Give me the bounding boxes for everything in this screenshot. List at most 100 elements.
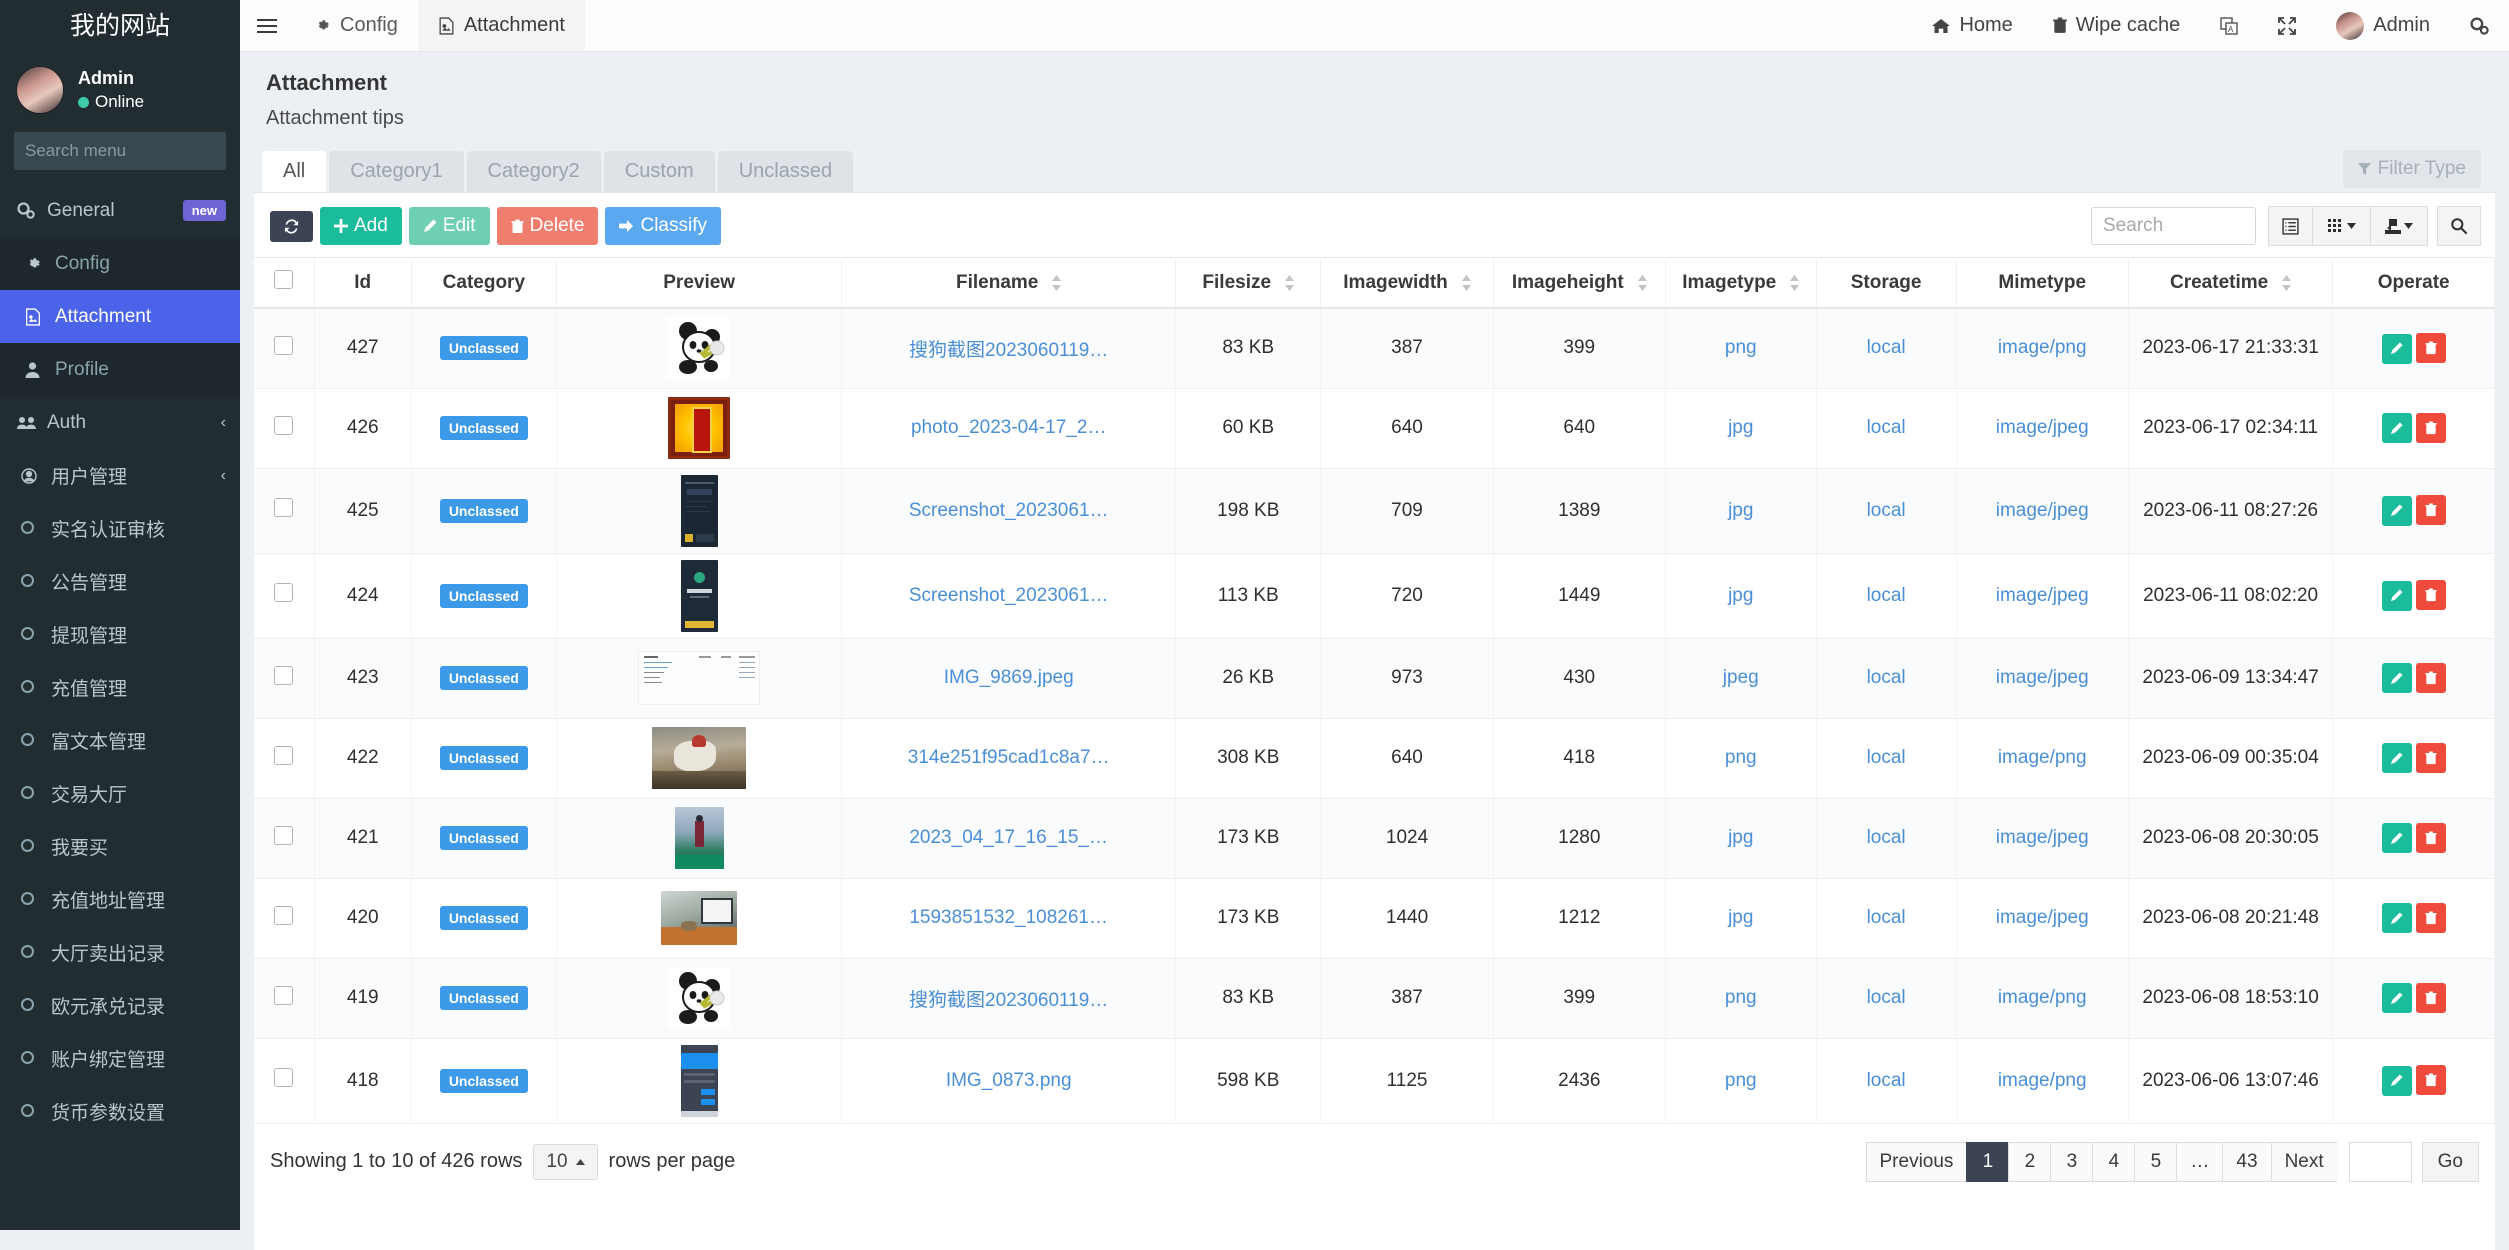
sidebar-item-auth[interactable]: Auth‹ [0, 396, 240, 449]
storage-link[interactable]: local [1867, 907, 1906, 928]
filename-link[interactable]: IMG_9869.jpeg [944, 667, 1074, 688]
storage-link[interactable]: local [1867, 747, 1906, 768]
cell-preview[interactable] [557, 798, 842, 878]
column-header-createtime[interactable]: Createtime [2128, 258, 2333, 309]
sidebar-item-账户绑定管理[interactable]: 账户绑定管理 [0, 1032, 240, 1085]
refresh-button[interactable] [270, 211, 313, 242]
sidebar-item-config[interactable]: Config [0, 237, 240, 290]
cell-preview[interactable] [557, 308, 842, 388]
mimetype-link[interactable]: image/jpeg [1996, 500, 2089, 521]
page-button-previous[interactable]: Previous [1866, 1142, 1967, 1182]
table-row[interactable]: 427Unclassed搜狗截图2023060119…83 KB387399pn… [254, 308, 2495, 388]
page-button-next[interactable]: Next [2271, 1142, 2337, 1182]
filename-link[interactable]: 314e251f95cad1c8a7… [908, 747, 1110, 768]
mimetype-link[interactable]: image/png [1998, 987, 2087, 1008]
sidebar-item-富文本管理[interactable]: 富文本管理 [0, 714, 240, 767]
nav-language-button[interactable]: A [2200, 0, 2258, 51]
row-delete-button[interactable] [2416, 333, 2446, 363]
sidebar-item-提现管理[interactable]: 提现管理 [0, 608, 240, 661]
cell-preview[interactable] [557, 718, 842, 798]
row-checkbox[interactable] [274, 498, 293, 517]
storage-link[interactable]: local [1867, 987, 1906, 1008]
storage-link[interactable]: local [1867, 417, 1906, 438]
row-edit-button[interactable] [2382, 743, 2412, 773]
row-checkbox[interactable] [274, 416, 293, 435]
row-checkbox[interactable] [274, 986, 293, 1005]
row-checkbox[interactable] [274, 583, 293, 602]
row-delete-button[interactable] [2416, 580, 2446, 610]
cell-preview[interactable] [557, 388, 842, 468]
filter-type-button[interactable]: Filter Type [2343, 150, 2481, 188]
sidebar-item-充值地址管理[interactable]: 充值地址管理 [0, 873, 240, 926]
nav-wipe-cache-button[interactable]: Wipe cache [2033, 0, 2201, 51]
sidebar-item-我要买[interactable]: 我要买 [0, 820, 240, 873]
export-button[interactable] [2370, 206, 2428, 246]
column-header-filename[interactable]: Filename [842, 258, 1176, 309]
tab-unclassed[interactable]: Unclassed [718, 151, 853, 192]
table-search-input[interactable] [2091, 207, 2256, 245]
page-button-43[interactable]: 43 [2222, 1142, 2270, 1182]
row-checkbox[interactable] [274, 666, 293, 685]
table-row[interactable]: 419Unclassed搜狗截图2023060119…83 KB387399pn… [254, 958, 2495, 1038]
table-row[interactable]: 425UnclassedScreenshot_2023061…198 KB709… [254, 468, 2495, 553]
mimetype-link[interactable]: image/jpeg [1996, 667, 2089, 688]
imagetype-link[interactable]: jpg [1728, 417, 1753, 438]
row-delete-button[interactable] [2416, 743, 2446, 773]
table-row[interactable]: 424UnclassedScreenshot_2023061…113 KB720… [254, 553, 2495, 638]
row-checkbox[interactable] [274, 746, 293, 765]
sidebar-item-用户管理[interactable]: 用户管理‹ [0, 449, 240, 502]
person-field-photo-thumb[interactable] [675, 827, 724, 848]
row-checkbox[interactable] [274, 826, 293, 845]
nav-tab-config[interactable]: Config [294, 0, 418, 51]
row-edit-button[interactable] [2382, 1066, 2412, 1096]
hamburger-icon[interactable] [240, 0, 294, 51]
row-edit-button[interactable] [2382, 581, 2412, 611]
row-delete-button[interactable] [2416, 903, 2446, 933]
sidebar-item-大厅卖出记录[interactable]: 大厅卖出记录 [0, 926, 240, 979]
rows-per-page-select[interactable]: 10 [533, 1144, 597, 1180]
sidebar-item-欧元承兑记录[interactable]: 欧元承兑记录 [0, 979, 240, 1032]
row-delete-button[interactable] [2416, 823, 2446, 853]
cell-preview[interactable] [557, 878, 842, 958]
tab-category2[interactable]: Category2 [467, 151, 601, 192]
row-edit-button[interactable] [2382, 663, 2412, 693]
classify-button[interactable]: Classify [605, 207, 721, 245]
filename-link[interactable]: IMG_0873.png [946, 1070, 1072, 1091]
page-button-5[interactable]: 5 [2134, 1142, 2176, 1182]
imagetype-link[interactable]: jpeg [1723, 667, 1759, 688]
grid-view-button[interactable] [2312, 206, 2370, 246]
sidebar-item-交易大厅[interactable]: 交易大厅 [0, 767, 240, 820]
nav-tab-attachment[interactable]: Attachment [418, 0, 585, 51]
row-edit-button[interactable] [2382, 496, 2412, 526]
column-header-imagetype[interactable]: Imagetype [1665, 258, 1816, 309]
goto-page-button[interactable]: Go [2422, 1142, 2479, 1182]
column-header-imageheight[interactable]: Imageheight [1493, 258, 1665, 309]
imagetype-link[interactable]: jpg [1728, 827, 1753, 848]
storage-link[interactable]: local [1867, 500, 1906, 521]
row-edit-button[interactable] [2382, 413, 2412, 443]
mimetype-link[interactable]: image/png [1998, 747, 2087, 768]
sidebar-item-实名认证审核[interactable]: 实名认证审核 [0, 502, 240, 555]
mimetype-link[interactable]: image/png [1998, 337, 2087, 358]
panda-thumb[interactable] [668, 987, 730, 1008]
nav-settings-button[interactable] [2450, 0, 2509, 51]
sort-icon[interactable] [1790, 275, 1799, 291]
mimetype-link[interactable]: image/jpeg [1996, 417, 2089, 438]
table-row[interactable]: 422Unclassed314e251f95cad1c8a7…308 KB640… [254, 718, 2495, 798]
imagetype-link[interactable]: png [1725, 747, 1757, 768]
table-row[interactable]: 426Unclassedphoto_2023-04-17_2…60 KB6406… [254, 388, 2495, 468]
tab-category1[interactable]: Category1 [329, 151, 463, 192]
column-header-filesize[interactable]: Filesize [1176, 258, 1321, 309]
mimetype-link[interactable]: image/jpeg [1996, 907, 2089, 928]
row-checkbox[interactable] [274, 906, 293, 925]
edit-button[interactable]: Edit [409, 207, 490, 245]
tab-all[interactable]: All [262, 151, 326, 192]
page-button-1[interactable]: 1 [1966, 1142, 2008, 1182]
sort-icon[interactable] [1462, 275, 1471, 291]
imagetype-link[interactable]: png [1725, 337, 1757, 358]
add-button[interactable]: Add [320, 207, 402, 245]
filename-link[interactable]: 1593851532_108261… [909, 907, 1108, 928]
filename-link[interactable]: 搜狗截图2023060119… [909, 340, 1108, 361]
row-delete-button[interactable] [2416, 413, 2446, 443]
advanced-search-button[interactable] [2437, 206, 2481, 246]
